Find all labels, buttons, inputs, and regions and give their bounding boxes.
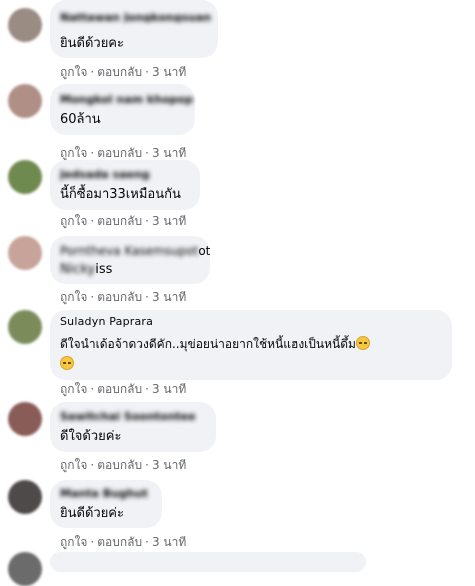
separator: · bbox=[90, 290, 95, 304]
avatar[interactable] bbox=[8, 402, 42, 436]
comment-author[interactable]: Sawitchai Soontontee bbox=[60, 409, 196, 424]
reply-button[interactable]: ตอบกลับ bbox=[97, 456, 142, 475]
avatar[interactable] bbox=[8, 236, 42, 270]
comment-bubble: Mongkol nam khopop 60ล้าน bbox=[50, 84, 195, 135]
comment-text: ยินดีด้วยคะ bbox=[60, 36, 124, 51]
reply-button[interactable]: ตอบกลับ bbox=[97, 63, 142, 82]
comment-author[interactable]: Suladyn Paprara bbox=[60, 314, 153, 329]
separator: · bbox=[90, 382, 95, 396]
separator: · bbox=[145, 214, 149, 228]
like-button[interactable]: ถูกใจ bbox=[60, 380, 87, 399]
pensive-face-emoji-icon bbox=[355, 336, 370, 350]
comment-text: ยินดีด้วยค่ะ bbox=[60, 506, 124, 521]
avatar[interactable] bbox=[8, 310, 42, 344]
pensive-face-emoji-icon bbox=[60, 356, 74, 370]
comment-author[interactable]: Jedsada saeng bbox=[60, 167, 150, 182]
reply-button[interactable]: ตอบกลับ bbox=[97, 380, 142, 399]
like-button[interactable]: ถูกใจ bbox=[60, 533, 87, 552]
comment-text: ดีใจนำเด้อจ้าดวงดีคัก..มุข่อยน่าอยากใช้ห… bbox=[60, 334, 448, 374]
comment-text: ดีใจด้วยค่ะ bbox=[60, 429, 122, 444]
timestamp[interactable]: 3 นาที bbox=[152, 456, 186, 475]
comment-text-hidden: Nicky bbox=[60, 262, 96, 277]
like-button[interactable]: ถูกใจ bbox=[60, 212, 87, 231]
separator: · bbox=[90, 535, 95, 549]
reply-button[interactable]: ตอบกลับ bbox=[97, 533, 142, 552]
avatar[interactable] bbox=[8, 160, 42, 194]
comment-author-visible: ot bbox=[198, 244, 211, 258]
separator: · bbox=[90, 214, 95, 228]
comment-actions: ถูกใจ · ตอบกลับ · 3 นาที bbox=[60, 533, 186, 552]
comment-actions: ถูกใจ · ตอบกลับ · 3 นาที bbox=[60, 63, 186, 82]
separator: · bbox=[90, 146, 95, 160]
comment-text: นี้ก็ซื้อมา33เหมือนกัน bbox=[60, 187, 181, 202]
comment-author[interactable]: Manta Bughut bbox=[60, 486, 148, 501]
comment-author[interactable]: Mongkol nam khopop bbox=[60, 92, 193, 107]
avatar[interactable] bbox=[8, 552, 42, 586]
separator: · bbox=[90, 65, 95, 79]
like-button[interactable]: ถูกใจ bbox=[60, 288, 87, 307]
comment-bubble bbox=[50, 552, 366, 572]
comment-author-line[interactable]: Porntheva Kasemsupotot bbox=[60, 242, 210, 261]
avatar[interactable] bbox=[8, 84, 42, 118]
comment-bubble: Nattawan Jongkongsuan ยินดีด้วยคะ bbox=[50, 0, 218, 58]
comment-author-hidden: Porntheva Kasemsupot bbox=[60, 244, 199, 258]
separator: · bbox=[145, 146, 149, 160]
separator: · bbox=[145, 535, 149, 549]
separator: · bbox=[90, 458, 95, 472]
separator: · bbox=[145, 290, 149, 304]
like-button[interactable]: ถูกใจ bbox=[60, 456, 87, 475]
timestamp[interactable]: 3 นาที bbox=[152, 533, 186, 552]
reply-button[interactable]: ตอบกลับ bbox=[97, 288, 142, 307]
timestamp[interactable]: 3 นาที bbox=[152, 212, 186, 231]
separator: · bbox=[145, 458, 149, 472]
comment-text-body: ดีใจนำเด้อจ้าดวงดีคัก..มุข่อยน่าอยากใช้ห… bbox=[60, 337, 356, 351]
separator: · bbox=[145, 65, 149, 79]
comment-text: 60ล้าน bbox=[60, 112, 101, 127]
comment-actions: ถูกใจ · ตอบกลับ · 3 นาที bbox=[60, 456, 186, 475]
comment-actions: ถูกใจ · ตอบกลับ · 3 นาที bbox=[60, 212, 186, 231]
avatar[interactable] bbox=[8, 480, 42, 514]
separator: · bbox=[145, 382, 149, 396]
comment-actions: ถูกใจ · ตอบกลับ · 3 นาที bbox=[60, 380, 186, 399]
comment-text-visible: iss bbox=[95, 262, 113, 277]
timestamp[interactable]: 3 นาที bbox=[152, 380, 186, 399]
comment-actions: ถูกใจ · ตอบกลับ · 3 นาที bbox=[60, 288, 186, 307]
reply-button[interactable]: ตอบกลับ bbox=[97, 212, 142, 231]
comment-bubble: Jedsada saeng นี้ก็ซื้อมา33เหมือนกัน bbox=[50, 160, 200, 210]
like-button[interactable]: ถูกใจ bbox=[60, 63, 87, 82]
comment-bubble: Porntheva Kasemsupotot Nickyiss bbox=[50, 236, 210, 284]
comment-text: Nickyiss bbox=[60, 260, 112, 279]
avatar[interactable] bbox=[8, 8, 42, 42]
timestamp[interactable]: 3 นาที bbox=[152, 288, 186, 307]
timestamp[interactable]: 3 นาที bbox=[152, 63, 186, 82]
comment-author[interactable]: Nattawan Jongkongsuan bbox=[60, 10, 211, 22]
comment-bubble: Sawitchai Soontontee ดีใจด้วยค่ะ bbox=[50, 402, 216, 452]
comment-bubble: Suladyn Paprara ดีใจนำเด้อจ้าดวงดีคัก..ม… bbox=[50, 310, 452, 380]
comment-bubble: Manta Bughut ยินดีด้วยค่ะ bbox=[50, 480, 162, 528]
